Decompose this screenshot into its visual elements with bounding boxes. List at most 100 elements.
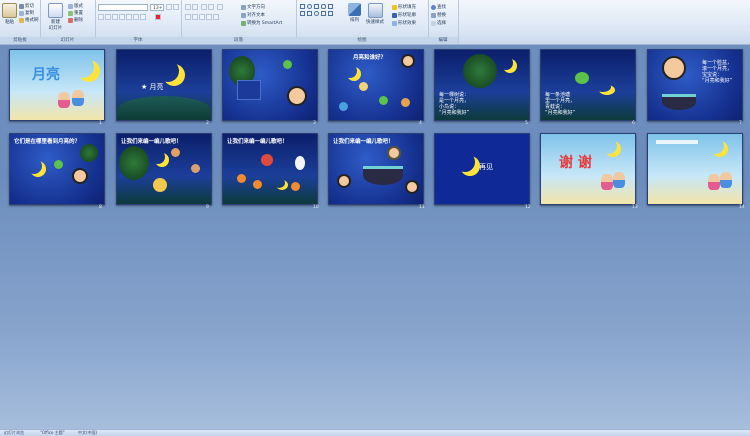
shape-fill-button[interactable]: 形状填充 [392, 4, 416, 10]
slide-thumbnail-3[interactable] [222, 49, 318, 121]
slide-number: 9 [206, 205, 209, 210]
moon-icon [455, 152, 475, 172]
shadow-button[interactable] [126, 14, 132, 20]
decrease-indent-button[interactable] [201, 4, 207, 10]
change-case-button[interactable] [140, 14, 146, 20]
slide-number: 13 [632, 205, 638, 210]
format-painter-button[interactable]: 格式刷 [19, 17, 39, 23]
copy-button[interactable]: 复制 [19, 10, 34, 16]
text-direction-icon [241, 4, 246, 10]
slide-number: 12 [525, 205, 531, 210]
align-left-button[interactable] [185, 14, 191, 20]
new-slide-button[interactable]: 新建 幻灯片 [48, 3, 63, 31]
char-spacing-button[interactable] [133, 14, 139, 20]
font-name-field[interactable] [98, 4, 148, 11]
baby-icon [287, 86, 307, 106]
new-slide-icon [48, 3, 63, 18]
columns-button[interactable] [213, 14, 219, 20]
underline-button[interactable] [112, 14, 118, 20]
child-figure [720, 172, 732, 188]
shape-effects-button[interactable]: 形状效果 [392, 20, 416, 26]
tree-icon [463, 54, 497, 88]
slide-thumbnail-8[interactable]: 它们是在哪里看到月亮的？ [9, 133, 105, 205]
slides-group-label: 幻灯片 [40, 37, 95, 44]
paragraph-group-label: 段落 [181, 37, 296, 44]
slide-thumbnail-1[interactable]: 月亮 [9, 49, 105, 121]
slide-thumbnail-11[interactable]: 让我们来编一编儿歌吧！ [328, 133, 424, 205]
justify-button[interactable] [206, 14, 212, 20]
shape-brace-icon[interactable] [321, 11, 326, 16]
poem-line: “月亮和我好” [545, 110, 576, 116]
moon-icon [151, 150, 165, 164]
slide-thumbnail-13[interactable]: 谢 谢 [540, 133, 636, 205]
slide-sorter: 月亮 1 ★ 月亮 2 3 月亮和谁好？ 4 每一棵树说： 是一个月亮， 小鸟说… [0, 44, 750, 429]
shape-rect-icon[interactable] [300, 4, 305, 9]
slide-thumbnail-10[interactable]: 让我们来编一编儿歌吧！ [222, 133, 318, 205]
cut-button[interactable]: 剪切 [19, 3, 34, 9]
poem-line: “月亮和我好” [439, 110, 470, 116]
bullets-button[interactable] [185, 4, 191, 10]
smartart-icon [241, 20, 246, 26]
rabbit-icon [295, 156, 305, 170]
shape-oval-icon[interactable] [307, 4, 312, 9]
font-color-button[interactable] [155, 14, 161, 20]
baby-icon [72, 168, 88, 184]
numbering-button[interactable] [192, 4, 198, 10]
shape-arrow-icon[interactable] [328, 4, 333, 9]
slide-thumbnail-4[interactable]: 月亮和谁好？ [328, 49, 424, 121]
slide-number: 7 [739, 121, 742, 126]
align-text-icon [241, 12, 246, 18]
frog-icon [379, 96, 388, 105]
slide-number: 1 [99, 121, 102, 126]
select-button[interactable]: 选择 [431, 20, 446, 26]
align-text-button[interactable]: 对齐文本 [241, 12, 265, 18]
slide-number: 8 [99, 205, 102, 210]
slide-thumbnail-7[interactable]: 每一个脸盆， 滚一个月亮， 宝宝说： “月亮和我好” [647, 49, 743, 121]
layout-icon [68, 3, 73, 9]
reset-button[interactable]: 重置 [68, 10, 83, 16]
baby-icon [662, 56, 686, 80]
clipboard-group: 粘贴 剪切 复制 格式刷 剪贴板 [0, 0, 41, 44]
shape-rounded-icon[interactable] [321, 4, 326, 9]
increase-indent-button[interactable] [208, 4, 214, 10]
arrange-button[interactable]: 排列 [348, 3, 361, 23]
quick-styles-button[interactable]: 快速样式 [366, 3, 384, 25]
slide-number: 3 [313, 121, 316, 126]
drawing-group-label: 绘图 [296, 37, 428, 44]
shape-star-icon[interactable] [307, 11, 312, 16]
text-direction-button[interactable]: 文字方向 [241, 4, 265, 10]
moon-icon [708, 138, 724, 154]
font-size-field[interactable]: 13+ [150, 4, 164, 11]
slide-number: 4 [419, 121, 422, 126]
layout-button[interactable]: 版式 [68, 3, 83, 9]
strikethrough-button[interactable] [119, 14, 125, 20]
align-center-button[interactable] [192, 14, 198, 20]
line-spacing-button[interactable] [217, 4, 223, 10]
italic-button[interactable] [105, 14, 111, 20]
slide-thumbnail-14[interactable] [647, 133, 743, 205]
slide-title: 让我们来编一编儿歌吧！ [227, 139, 288, 145]
slide-thumbnail-6[interactable]: 每一条池塘 里一个月亮， 青蛙说： “月亮和我好” [540, 49, 636, 121]
delete-button[interactable]: 删除 [68, 17, 83, 23]
bold-button[interactable] [98, 14, 104, 20]
slide-thumbnail-2[interactable]: ★ 月亮 [116, 49, 212, 121]
scissors-icon [19, 3, 24, 9]
shape-outline-button[interactable]: 形状轮廓 [392, 12, 416, 18]
font-group: 13+ 字体 [95, 0, 182, 44]
align-right-button[interactable] [199, 14, 205, 20]
reset-icon [68, 10, 73, 16]
shape-callout-icon[interactable] [314, 11, 319, 16]
replace-button[interactable]: 替换 [431, 12, 446, 18]
replace-icon [431, 12, 436, 18]
slide-thumbnail-9[interactable]: 让我们来编一编儿歌吧！ [116, 133, 212, 205]
smartart-button[interactable]: 转换为 SmartArt [241, 20, 282, 26]
grow-font-button[interactable] [166, 4, 172, 10]
shape-line-icon[interactable] [314, 4, 319, 9]
find-button[interactable]: 查找 [431, 4, 446, 10]
slide-thumbnail-5[interactable]: 每一棵树说： 是一个月亮， 小鸟说： “月亮和我好” [434, 49, 530, 121]
shape-more-icon[interactable] [328, 11, 333, 16]
shape-triangle-icon[interactable] [300, 11, 305, 16]
shrink-font-button[interactable] [173, 4, 179, 10]
paste-button[interactable]: 粘贴 [2, 3, 17, 25]
slide-thumbnail-12[interactable]: 再见 [434, 133, 530, 205]
